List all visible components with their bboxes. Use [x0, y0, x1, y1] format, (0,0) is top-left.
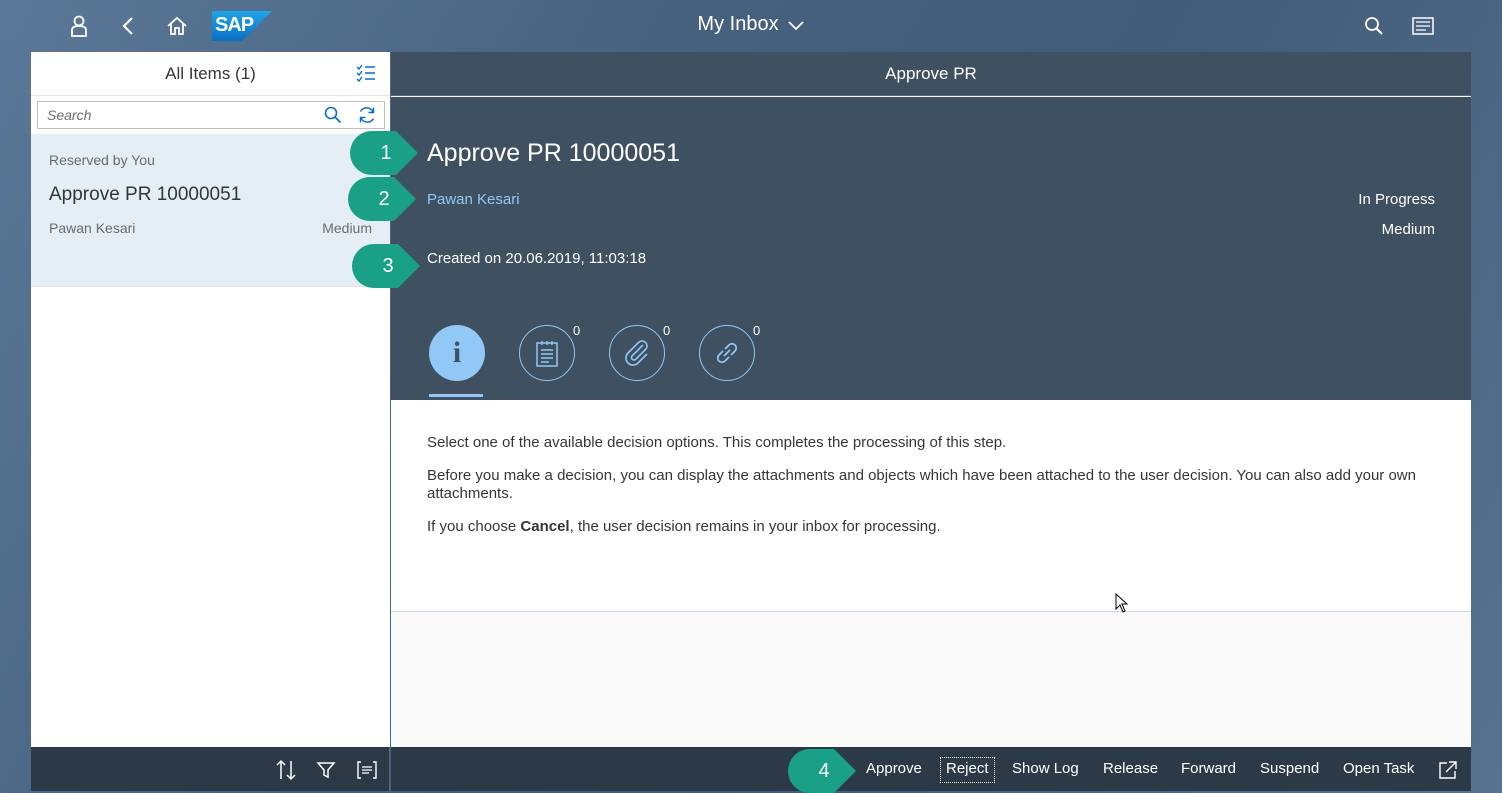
description-paragraph: Select one of the available decision opt… — [427, 434, 1007, 451]
search-field — [37, 101, 385, 129]
user-icon[interactable] — [63, 10, 95, 42]
active-tab-indicator — [429, 394, 483, 397]
status-text: In Progress — [1358, 191, 1435, 208]
callout-number: 4 — [818, 760, 830, 782]
filter-icon[interactable] — [314, 758, 338, 782]
detail-title: Approve PR — [391, 52, 1471, 96]
home-icon[interactable] — [161, 10, 193, 42]
creator-link[interactable]: Pawan Kesari — [427, 191, 520, 208]
suspend-button[interactable]: Suspend — [1260, 758, 1319, 782]
list-item-title: Approve PR 10000051 — [49, 184, 242, 205]
sap-logo: SAP — [212, 11, 272, 41]
tab-attachments[interactable] — [609, 325, 665, 381]
back-icon[interactable] — [112, 10, 144, 42]
info-icon: i — [452, 336, 462, 369]
app-title-menu[interactable]: My Inbox — [697, 13, 804, 36]
list-item-priority: Medium — [322, 220, 372, 236]
link-icon — [716, 342, 738, 364]
task-title: Approve PR 10000051 — [427, 139, 680, 167]
created-date: Created on 20.06.2019, 11:03:18 — [427, 250, 647, 267]
priority-text: Medium — [1381, 221, 1435, 238]
callout-number: 3 — [382, 255, 394, 277]
notes-icon — [536, 341, 558, 367]
object-header: Approve PR 10000051 Pawan Kesari In Prog… — [391, 97, 1471, 400]
mouse-cursor-icon — [1115, 593, 1129, 613]
chevron-down-icon — [787, 20, 804, 30]
notifications-icon[interactable] — [1407, 10, 1439, 42]
description-paragraph: If you choose Cancel, the user decision … — [427, 518, 941, 535]
open-task-button[interactable]: Open Task — [1343, 758, 1414, 782]
approve-button[interactable]: Approve — [866, 758, 922, 782]
list-item[interactable]: Reserved by You Approve PR 10000051 Pawa… — [31, 134, 390, 287]
master-footer — [31, 747, 390, 791]
release-button[interactable]: Release — [1103, 758, 1158, 782]
reject-button[interactable]: Reject — [940, 757, 995, 783]
description-content: Select one of the available decision opt… — [391, 400, 1471, 612]
callout-number: 2 — [378, 188, 390, 210]
description-paragraph: Before you make a decision, you can disp… — [427, 467, 1416, 502]
attachment-icon — [625, 340, 648, 366]
attachments-count: 0 — [663, 323, 671, 338]
forward-button[interactable]: Forward — [1181, 758, 1236, 782]
callout-number: 1 — [380, 142, 392, 164]
callout-2: 2 — [348, 177, 420, 221]
master-header: All Items (1) — [31, 52, 390, 96]
tab-objects[interactable] — [699, 325, 755, 381]
search-icon[interactable] — [1358, 10, 1390, 42]
list-item-creator: Pawan Kesari — [49, 220, 136, 236]
search-icon[interactable] — [316, 102, 350, 128]
objects-count: 0 — [753, 323, 761, 338]
sort-icon[interactable] — [274, 758, 298, 782]
app-title: My Inbox — [697, 13, 779, 35]
detail-footer-toolbar: Approve Reject Show Log Release Forward … — [391, 747, 1471, 791]
callout-3: 3 — [352, 244, 424, 288]
callout-1: 1 — [350, 131, 422, 175]
notes-count: 0 — [573, 323, 581, 338]
detail-pane: Approve PR Approve PR 10000051 Pawan Kes… — [391, 52, 1471, 747]
master-title: All Items (1) — [165, 64, 256, 83]
refresh-icon[interactable] — [350, 102, 384, 128]
callout-4: 4 — [788, 749, 860, 793]
master-list-pane: All Items (1) Reserved by You Approve PR… — [31, 52, 390, 791]
tab-notes[interactable] — [519, 325, 575, 381]
multi-select-icon[interactable] — [356, 64, 378, 86]
tab-info[interactable]: i — [429, 325, 485, 381]
group-icon[interactable] — [355, 758, 379, 782]
share-icon[interactable] — [1436, 758, 1460, 782]
search-input[interactable] — [38, 102, 316, 128]
sap-logo-text: SAP — [215, 14, 254, 36]
list-group-header: Reserved by You — [49, 152, 155, 168]
shell-header: SAP My Inbox — [0, 0, 1502, 52]
show-log-button[interactable]: Show Log — [1012, 758, 1079, 782]
